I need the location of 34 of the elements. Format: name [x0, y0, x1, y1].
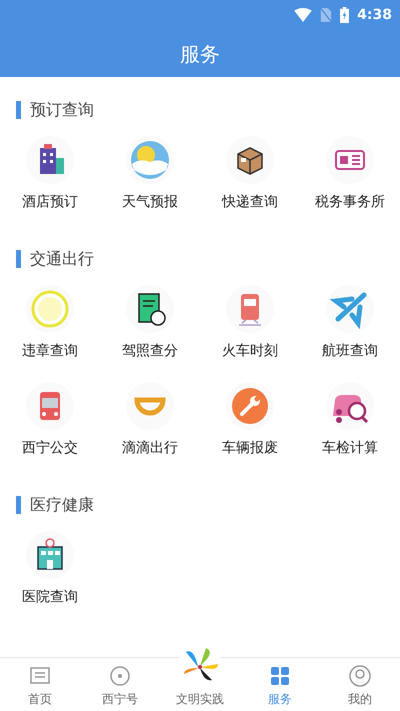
- compass-icon: [108, 664, 132, 688]
- battery-icon: [340, 7, 350, 23]
- service-item[interactable]: 医院查询: [0, 527, 100, 612]
- wifi-icon: [294, 8, 312, 22]
- nav-tab[interactable]: 文明实践: [160, 644, 240, 711]
- service-item[interactable]: 快递查询: [200, 132, 300, 217]
- page-title: 服务: [180, 40, 220, 68]
- section-title: 预订查询: [30, 99, 94, 121]
- clock-time: 4:38: [357, 6, 392, 24]
- service-item[interactable]: 车辆报废: [200, 378, 300, 463]
- nav-tab[interactable]: 首页: [0, 658, 80, 711]
- service-item[interactable]: 车检计算: [300, 378, 400, 463]
- service-item[interactable]: 税务事务所: [300, 132, 400, 217]
- service-item[interactable]: 滴滴出行: [100, 378, 200, 463]
- service-item[interactable]: 天气预报: [100, 132, 200, 217]
- service-item[interactable]: 航班查询: [300, 281, 400, 366]
- wrench-icon: [230, 386, 270, 426]
- section-marker: [16, 496, 21, 514]
- user-icon: [348, 664, 372, 688]
- service-item[interactable]: 违章查询: [0, 281, 100, 366]
- section-title: 医疗健康: [30, 494, 94, 516]
- service-item[interactable]: 驾照查分: [100, 281, 200, 366]
- section-marker: [16, 250, 21, 268]
- section-title: 交通出行: [30, 248, 94, 270]
- no-sim-icon: [320, 7, 332, 23]
- grid-icon: [268, 664, 292, 688]
- nav-tab[interactable]: 我的: [320, 658, 400, 711]
- nav-tab[interactable]: 西宁号: [80, 658, 160, 711]
- service-item[interactable]: 西宁公交: [0, 378, 100, 463]
- section-marker: [16, 101, 21, 119]
- weather-icon: [130, 140, 170, 180]
- service-item[interactable]: 酒店预订: [0, 132, 100, 217]
- violation-icon: [30, 289, 70, 329]
- service-item[interactable]: 火车时刻: [200, 281, 300, 366]
